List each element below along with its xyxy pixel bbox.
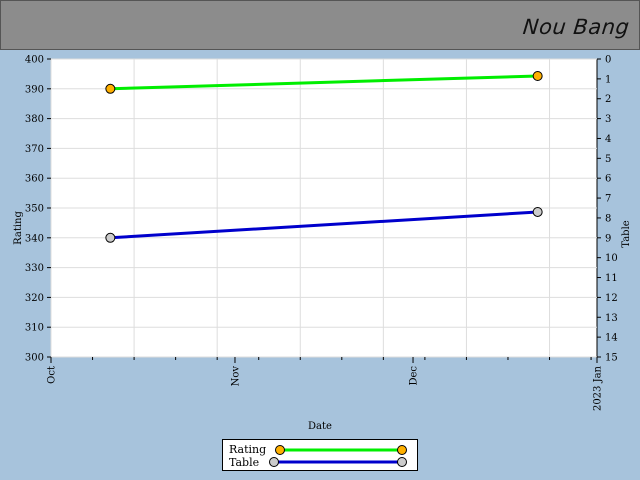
y2-tick-label: 8: [605, 213, 611, 224]
x-tick-label: Nov: [230, 366, 241, 387]
legend-marker-table-start: [269, 457, 279, 467]
y-tick-label: 370: [25, 144, 44, 155]
legend-marker-table-end: [397, 457, 407, 467]
x-tick-label: Dec: [409, 366, 420, 386]
y-tick-label: 330: [25, 263, 44, 274]
legend-marker-rating-start: [275, 445, 285, 455]
data-point-rating: [532, 70, 543, 81]
y-tick-label: 300: [25, 353, 44, 364]
y2-tick-label: 14: [605, 333, 618, 344]
y-tick-label: 350: [25, 204, 44, 215]
data-point-rating: [105, 83, 116, 94]
y2-tick-label: 9: [605, 233, 611, 244]
y2-tick-label: 10: [605, 253, 618, 264]
y2-tick-label: 1: [605, 74, 611, 85]
y2-tick-label: 15: [605, 353, 618, 364]
y-tick-label: 400: [25, 55, 44, 66]
y2-tick-label: 4: [605, 134, 611, 145]
y2-tick-label: 3: [605, 114, 611, 125]
y2-axis-title: Table: [621, 220, 632, 247]
y2-tick-label: 11: [605, 273, 618, 284]
chart-canvas: Nou Bang 300 310 320 330 340 350 360 370 380 390 4…: [0, 0, 640, 480]
y2-tick-label: 12: [605, 293, 618, 304]
y-tick-label: 390: [25, 84, 44, 95]
y-tick-label: 340: [25, 233, 44, 244]
data-point-table: [532, 206, 543, 217]
legend-swatches: [269, 445, 407, 467]
line-chart: 300310320330340350360370380390400 0123456…: [13, 55, 632, 433]
y-tick-label: 320: [25, 293, 44, 304]
y2-tick-label: 5: [605, 154, 611, 165]
legend: Rating Table: [222, 439, 418, 471]
y2-tick-label: 13: [605, 313, 618, 324]
legend-marker-rating-end: [397, 445, 407, 455]
y-tick-label: 360: [25, 174, 44, 185]
y2-tick-label: 7: [605, 194, 611, 205]
y2-tick-label: 2: [605, 94, 611, 105]
x-axis-title: Date: [308, 421, 332, 432]
x-tick-label: 2023 Jan: [593, 365, 604, 411]
y2-tick-label: 0: [605, 55, 611, 66]
y-tick-label: 310: [25, 323, 44, 334]
x-tick-label: Oct: [47, 366, 58, 384]
y2-tick-label: 6: [605, 174, 611, 185]
y-axis-title: Rating: [13, 211, 24, 245]
data-point-table: [105, 232, 116, 243]
y-tick-label: 380: [25, 114, 44, 125]
